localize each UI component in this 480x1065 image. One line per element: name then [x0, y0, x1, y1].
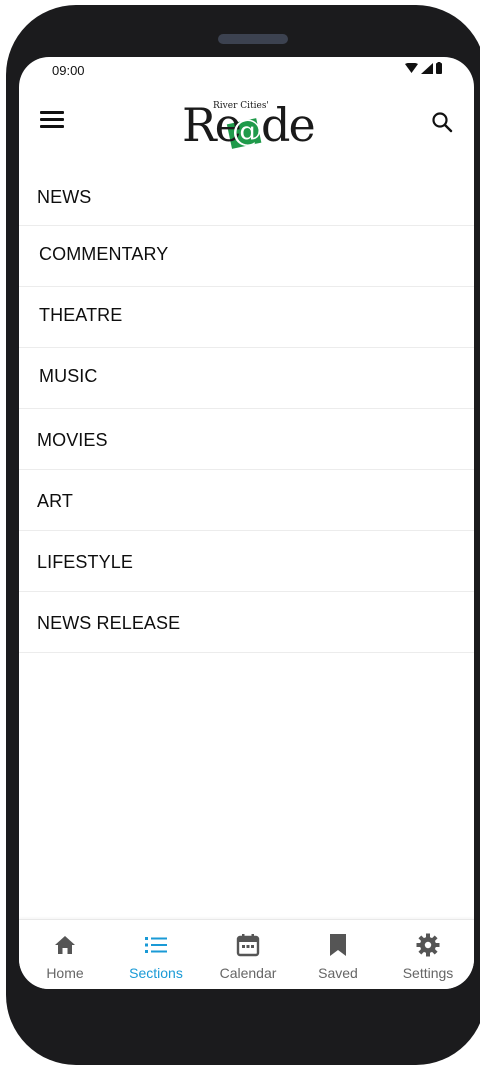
tab-settings[interactable]: Settings [388, 920, 468, 989]
section-item-news[interactable]: NEWS [19, 167, 474, 226]
section-label: THEATRE [39, 305, 123, 325]
section-item-news-release[interactable]: NEWS RELEASE [19, 592, 474, 653]
section-item-theatre[interactable]: THEATRE [19, 287, 474, 348]
svg-text:@: @ [232, 114, 262, 149]
section-item-movies[interactable]: MOVIES [19, 409, 474, 470]
menu-icon-bar [40, 125, 64, 128]
phone-speaker [218, 34, 288, 44]
bookmark-icon [330, 934, 346, 956]
section-label: MOVIES [37, 430, 108, 450]
list-icon [145, 937, 167, 953]
status-bar: 09:00 [19, 57, 474, 83]
gear-icon [416, 933, 440, 957]
battery-icon [436, 62, 442, 74]
home-icon [55, 936, 75, 954]
tab-label: Sections [129, 965, 183, 981]
section-label: COMMENTARY [39, 244, 169, 264]
svg-text:der: der [261, 98, 314, 151]
app-screen: 09:00 Re @ der River Cities' [19, 57, 474, 989]
tab-label: Saved [318, 965, 358, 981]
river-cities-reader-logo: Re @ der River Cities' [182, 98, 314, 151]
section-label: ART [37, 491, 73, 511]
section-item-art[interactable]: ART [19, 470, 474, 531]
wifi-icon [405, 62, 418, 73]
section-label: MUSIC [39, 366, 98, 386]
tab-calendar[interactable]: Calendar [208, 920, 288, 989]
tab-saved[interactable]: Saved [298, 920, 378, 989]
section-label: LIFESTYLE [37, 552, 133, 572]
menu-button[interactable] [40, 110, 66, 132]
tab-home[interactable]: Home [25, 920, 105, 989]
section-label: NEWS [37, 187, 92, 207]
menu-icon [40, 111, 64, 114]
section-label: NEWS RELEASE [37, 613, 181, 633]
section-item-music[interactable]: MUSIC [19, 348, 474, 409]
menu-icon-bar [40, 118, 64, 121]
svg-text:River Cities': River Cities' [213, 101, 269, 111]
tab-label: Calendar [219, 965, 277, 981]
tab-sections[interactable]: Sections [116, 920, 196, 989]
tab-label: Settings [402, 965, 454, 981]
search-icon[interactable] [430, 110, 454, 134]
section-item-commentary[interactable]: COMMENTARY [19, 226, 474, 287]
signal-icon [421, 62, 433, 74]
app-header: Re @ der River Cities' [19, 87, 474, 157]
section-item-lifestyle[interactable]: LIFESTYLE [19, 531, 474, 592]
calendar-icon [236, 934, 260, 957]
tab-label: Home [46, 965, 84, 981]
bottom-tab-bar: Home Sections Calendar Saved Settings [19, 919, 474, 989]
status-icons [405, 62, 442, 74]
sections-list: NEWS COMMENTARY THEATRE MUSIC MOVIES ART… [19, 167, 474, 653]
status-time: 09:00 [52, 63, 85, 78]
